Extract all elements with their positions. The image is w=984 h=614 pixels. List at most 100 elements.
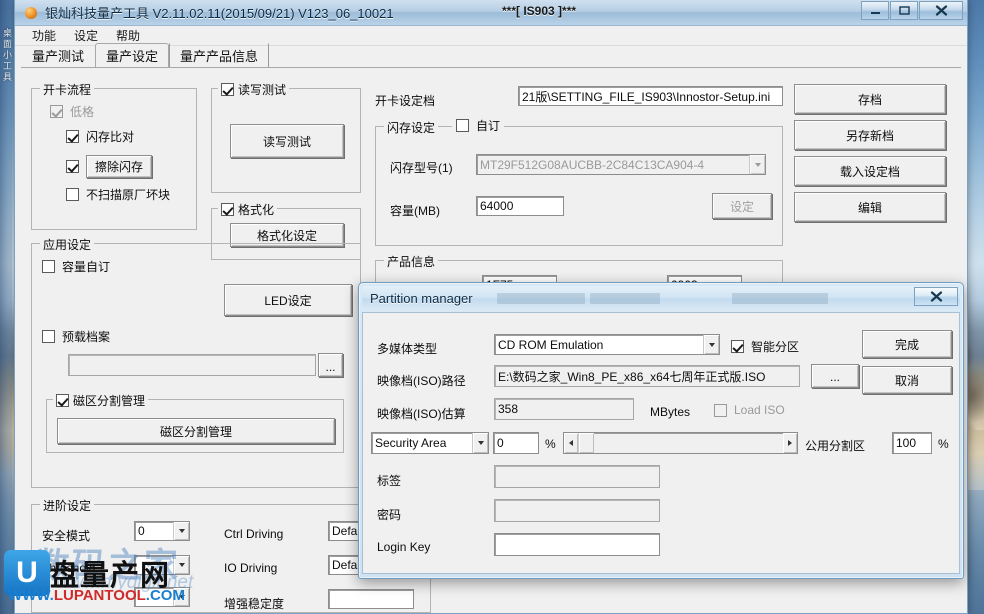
security-mode-label: 安全模式 (42, 527, 90, 544)
public-area-field[interactable]: 100 (892, 432, 932, 454)
flash-compare-checkbox-row[interactable]: 闪存比对 (66, 128, 134, 145)
area-type-value: Security Area (375, 436, 446, 450)
public-area-percent-symbol: % (938, 437, 949, 451)
chevron-down-icon[interactable] (749, 155, 765, 174)
cancel-button[interactable]: 取消 (862, 366, 952, 394)
led-settings-button[interactable]: LED设定 (224, 284, 352, 316)
chevron-down-icon[interactable] (703, 335, 719, 354)
partition-manager-dialog: Partition manager 多媒体类型 CD ROM Emulation… (358, 282, 964, 579)
ok-button[interactable]: 完成 (862, 330, 952, 358)
media-type-value: CD ROM Emulation (498, 338, 603, 352)
capacity-custom-checkbox[interactable] (42, 260, 55, 273)
maximize-button[interactable] (890, 1, 918, 20)
rw-test-checkbox[interactable] (221, 83, 234, 96)
app-settings-title: 应用设定 (40, 236, 94, 253)
smart-partition-checkbox-row[interactable]: 智能分区 (731, 338, 799, 355)
erase-flash-checkbox-row[interactable]: 擦除闪存 (66, 155, 152, 178)
no-scan-bad-block-checkbox[interactable] (66, 188, 79, 201)
public-area-label: 公用分割区 (805, 437, 865, 454)
setting-file-field[interactable]: 21版\SETTING_FILE_IS903\Innostor-Setup.in… (518, 86, 783, 106)
format-title: 格式化 (238, 201, 274, 218)
area-size-slider[interactable] (563, 432, 798, 454)
chevron-down-icon[interactable] (173, 556, 189, 574)
preload-browse-button[interactable]: ... (318, 353, 343, 377)
flash-model-label: 闪存型号(1) (390, 159, 453, 176)
volume-label-label: 标签 (377, 472, 401, 489)
chevron-down-icon[interactable] (173, 522, 189, 540)
load-settings-button[interactable]: 载入设定档 (794, 156, 946, 186)
partition-mgmt-groupbox: 磁区分割管理 磁区分割管理 (46, 399, 344, 453)
save-button[interactable]: 存档 (794, 84, 946, 114)
threshold-combobox[interactable] (134, 555, 190, 575)
iso-size-field[interactable]: 358 (494, 398, 634, 420)
login-key-field[interactable] (494, 533, 660, 556)
load-iso-checkbox[interactable] (714, 404, 727, 417)
no-scan-bad-block-checkbox-row[interactable]: 不扫描原厂坏块 (66, 186, 170, 203)
partition-mgmt-title-row[interactable]: 磁区分割管理 (53, 392, 148, 409)
capacity-custom-checkbox-row[interactable]: 容量自订 (42, 258, 110, 275)
preload-path-field[interactable] (68, 354, 316, 376)
partition-dialog-body: 多媒体类型 CD ROM Emulation 智能分区 映像档(ISO)路径 E… (362, 312, 960, 574)
edit-button[interactable]: 编辑 (794, 192, 946, 222)
flash-compare-checkbox[interactable] (66, 130, 79, 143)
io-driving-label: IO Driving (224, 561, 277, 575)
iso-size-unit-label: MBytes (650, 405, 690, 419)
window-controls (861, 1, 963, 20)
password-field[interactable] (494, 499, 660, 522)
security-mode-combobox[interactable]: 0 (134, 521, 190, 541)
product-info-title: 产品信息 (384, 253, 438, 270)
preload-file-checkbox-row[interactable]: 预载档案 (42, 328, 110, 345)
tab-production-test[interactable]: 量产测试 (21, 43, 95, 69)
rw-test-title-row[interactable]: 读写测试 (218, 81, 289, 98)
no-scan-bad-block-label: 不扫描原厂坏块 (86, 186, 170, 203)
close-button[interactable] (919, 1, 963, 20)
format-checkbox[interactable] (221, 203, 234, 216)
slider-thumb[interactable] (578, 433, 594, 453)
partition-mgmt-button[interactable]: 磁区分割管理 (57, 418, 335, 444)
low-format-checkbox[interactable] (50, 105, 63, 118)
tab-production-settings[interactable]: 量产设定 (95, 43, 169, 69)
slider-left-arrow-icon[interactable] (564, 433, 578, 453)
flash-set-button[interactable]: 设定 (712, 193, 772, 219)
iso-path-field[interactable]: E:\数码之家_Win8_PE_x86_x64七周年正式版.ISO (494, 365, 800, 387)
iso-browse-button[interactable]: ... (811, 364, 859, 388)
flash-custom-checkbox[interactable] (456, 119, 469, 132)
flash-model-combobox[interactable]: MT29F512G08AUCBB-2C84C13CA904-4 (476, 154, 766, 175)
stability-field[interactable] (328, 589, 414, 609)
load-iso-checkbox-row[interactable]: Load ISO (714, 403, 785, 417)
area-percent-field[interactable]: 0 (493, 432, 539, 454)
desktop-gadget-label: 桌面小工具 (1, 28, 14, 83)
low-format-label: 低格 (70, 103, 94, 120)
chip-model-label: ***[ IS903 ]*** (502, 4, 576, 18)
iso-size-label: 映像档(ISO)估算 (377, 405, 466, 422)
flash-capacity-field[interactable]: 64000 (476, 196, 564, 216)
preload-file-checkbox[interactable] (42, 330, 55, 343)
media-type-combobox[interactable]: CD ROM Emulation (494, 334, 720, 355)
minimize-button[interactable] (861, 1, 889, 20)
login-key-label: Login Key (377, 540, 430, 554)
threshold-secondary-combobox[interactable] (134, 587, 190, 607)
flash-custom-label: 自订 (476, 117, 500, 134)
partition-dialog-close-button[interactable] (914, 287, 958, 306)
erase-flash-checkbox[interactable] (66, 160, 79, 173)
rw-test-button[interactable]: 读写测试 (230, 124, 344, 158)
slider-track[interactable] (594, 433, 783, 453)
low-format-checkbox-row[interactable]: 低格 (50, 103, 94, 120)
save-as-button[interactable]: 另存新档 (794, 120, 946, 150)
capacity-custom-label: 容量自订 (62, 258, 110, 275)
area-type-combobox[interactable]: Security Area (371, 432, 489, 454)
volume-label-field[interactable] (494, 465, 660, 488)
slider-right-arrow-icon[interactable] (783, 433, 797, 453)
tab-product-info[interactable]: 量产产品信息 (169, 43, 269, 69)
desktop-gadget-sliver[interactable]: 桌面小工具 (0, 0, 12, 614)
partition-mgmt-checkbox[interactable] (56, 394, 69, 407)
flash-custom-checkbox-row[interactable]: 自订 (452, 117, 504, 134)
format-title-row[interactable]: 格式化 (218, 201, 277, 218)
erase-flash-button[interactable]: 擦除闪存 (86, 155, 152, 178)
chevron-down-icon[interactable] (472, 433, 488, 453)
chevron-down-icon[interactable] (173, 588, 189, 606)
flash-settings-title: 闪存设定 (384, 119, 438, 136)
advanced-settings-title: 进阶设定 (40, 497, 94, 514)
iso-path-label: 映像档(ISO)路径 (377, 372, 466, 389)
smart-partition-checkbox[interactable] (731, 340, 744, 353)
